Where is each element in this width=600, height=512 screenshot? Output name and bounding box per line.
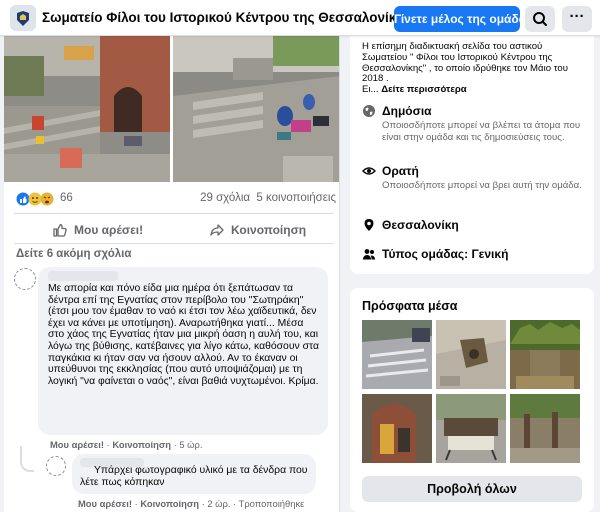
reaction-icons[interactable] xyxy=(16,192,58,206)
post-stats: 29 σχόλια 5 κοινοποιήσεις xyxy=(200,192,336,204)
edited-label[interactable]: Τροποποιήθηκε xyxy=(239,498,305,509)
visible-title: Ορατή xyxy=(382,164,419,178)
group-title[interactable]: Σωματείο Φίλοι του Ιστορικού Κέντρου της… xyxy=(42,10,412,25)
globe-icon xyxy=(363,105,375,117)
see-more-link[interactable]: Δείτε περισσότερα xyxy=(381,84,467,95)
reply-thread-line xyxy=(20,446,34,472)
shares-count[interactable]: 5 κοινοποιήσεις xyxy=(256,192,336,204)
public-description: Οποιοσδήποτε μπορεί να βλέπει τα άτομα π… xyxy=(382,120,581,143)
reply-text: Υπάρχει φωτογραφικό υλικό με τα δένδρα π… xyxy=(80,465,308,488)
media-thumbnail[interactable] xyxy=(362,320,432,389)
comments-count[interactable]: 29 σχόλια xyxy=(200,192,250,204)
divider xyxy=(14,243,334,244)
group-avatar[interactable] xyxy=(10,5,36,31)
group-header: Σωματείο Φίλοι του Ιστορικού Κέντρου της… xyxy=(0,0,600,36)
share-button[interactable]: Κοινοποίηση xyxy=(209,218,319,242)
share-label: Κοινοποίηση xyxy=(231,223,307,237)
location-text[interactable]: Θεσσαλονίκη xyxy=(382,218,459,232)
join-group-button[interactable]: Γίνετε μέλος της ομάδας xyxy=(394,6,520,32)
visible-description: Οποιοσδήποτε μπορεί να βρει αυτή την ομά… xyxy=(382,180,582,191)
about-description: Η επίσημη διαδικτυακή σελίδα του αστικού… xyxy=(362,41,586,96)
post-card: 66 29 σχόλια 5 κοινοποιήσεις Μου αρέσει!… xyxy=(4,36,340,512)
thumbs-up-icon xyxy=(53,223,67,237)
more-options-button[interactable]: ··· xyxy=(562,6,592,32)
public-title: Δημόσια xyxy=(382,104,432,118)
recent-media-title: Πρόσφατα μέσα xyxy=(362,299,458,313)
comment-share-link[interactable]: Κοινοποίηση xyxy=(112,439,171,450)
location-pin-icon xyxy=(364,219,374,231)
reply-bubble: Υπάρχει φωτογραφικό υλικό με τα δένδρα π… xyxy=(72,454,316,494)
post-photo[interactable] xyxy=(173,36,339,182)
search-icon xyxy=(533,12,547,26)
reactions-bar: 66 29 σχόλια 5 κοινοποιήσεις xyxy=(16,190,336,208)
about-intro-tail: Ει... xyxy=(362,84,379,96)
divider xyxy=(14,213,334,214)
avatar[interactable] xyxy=(14,268,36,290)
post-photo[interactable] xyxy=(4,36,170,182)
reply-share-link[interactable]: Κοινοποίηση xyxy=(140,498,199,509)
media-thumbnail[interactable] xyxy=(436,320,506,389)
people-icon xyxy=(362,249,376,260)
media-thumbnail[interactable] xyxy=(510,320,580,389)
media-thumbnail[interactable] xyxy=(436,394,506,463)
about-intro: Η επίσημη διαδικτυακή σελίδα του αστικού… xyxy=(362,41,568,85)
about-card: Η επίσημη διαδικτυακή σελίδα του αστικού… xyxy=(350,36,594,274)
reaction-count[interactable]: 66 xyxy=(60,192,73,204)
search-button[interactable] xyxy=(525,6,555,32)
share-icon xyxy=(210,224,224,236)
view-more-comments-link[interactable]: Δείτε 6 ακόμη σχόλια xyxy=(16,248,131,260)
comment-like-link[interactable]: Μου αρέσει! xyxy=(50,439,104,450)
reply-actions: Μου αρέσει! · Κοινοποίηση · 2 ώρ. · Τροπ… xyxy=(78,498,305,509)
view-all-button[interactable]: Προβολή όλων xyxy=(362,476,582,502)
comment-bubble: Με απορία και πόνο είδα μια ημέρα ότι ξε… xyxy=(38,267,328,435)
commenter-name[interactable] xyxy=(48,271,118,281)
media-thumbnail[interactable] xyxy=(510,394,580,463)
recent-media-card: Πρόσφατα μέσα Προβολή όλων xyxy=(350,288,594,512)
eye-icon xyxy=(362,167,376,175)
reply-like-link[interactable]: Μου αρέσει! xyxy=(78,498,132,509)
comment-text: Με απορία και πόνο είδα μια ημέρα ότι ξε… xyxy=(48,283,319,387)
media-thumbnail[interactable] xyxy=(362,394,432,463)
avatar[interactable] xyxy=(46,456,66,476)
group-type-text: Τύπος ομάδας: Γενική xyxy=(382,247,509,261)
like-label: Μου αρέσει! xyxy=(74,223,144,237)
comment-actions: Μου αρέσει! · Κοινοποίηση · 5 ώρ. xyxy=(50,439,203,450)
reply-timestamp[interactable]: 2 ώρ. xyxy=(207,498,230,509)
like-button[interactable]: Μου αρέσει! xyxy=(52,218,162,242)
comment-timestamp[interactable]: 5 ώρ. xyxy=(179,439,202,450)
